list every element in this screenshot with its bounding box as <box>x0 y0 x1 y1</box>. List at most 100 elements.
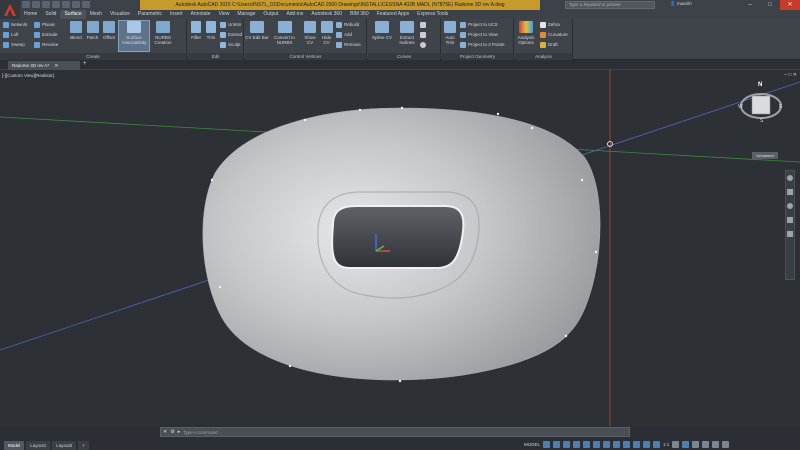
tab-home[interactable]: Home <box>20 10 41 19</box>
undo-icon[interactable] <box>72 1 80 8</box>
redo-icon[interactable] <box>82 1 90 8</box>
tab-model[interactable]: Model <box>4 441 25 450</box>
new-icon[interactable] <box>22 1 30 8</box>
spline-cv-button[interactable]: Spline CV <box>370 21 394 40</box>
zebra-button[interactable]: Zebra <box>540 20 560 29</box>
viewcube-west[interactable]: W <box>738 104 743 110</box>
viewcube-north[interactable]: N <box>758 82 762 88</box>
customize-command-icon[interactable]: ⚙ <box>170 429 174 435</box>
tab-mesh[interactable]: Mesh <box>86 10 106 19</box>
analysis-options-button[interactable]: Analysis Options <box>516 21 536 45</box>
patch-button[interactable]: Patch <box>85 21 100 40</box>
annotation-visibility-icon[interactable] <box>653 441 661 448</box>
tab-manage[interactable]: Manage <box>233 10 259 19</box>
offset-button[interactable]: Offset <box>101 21 117 40</box>
project-to-view-button[interactable]: Project to View <box>460 30 498 39</box>
tab-visualize[interactable]: Visualize <box>106 10 134 19</box>
annotation-scale[interactable]: 1:1 <box>663 442 669 447</box>
tab-insert[interactable]: Insert <box>166 10 187 19</box>
loft-button[interactable]: Loft <box>3 30 19 39</box>
tab-parametric[interactable]: Parametric <box>134 10 166 19</box>
trim-button[interactable]: Trim <box>206 21 216 40</box>
circle-curve-button[interactable] <box>420 40 426 49</box>
network-button[interactable]: Network <box>3 20 28 29</box>
remove-button[interactable]: Remove <box>336 40 361 49</box>
open-icon[interactable] <box>32 1 40 8</box>
tab-bim-360[interactable]: BIM 360 <box>346 10 373 19</box>
object-snap-icon[interactable] <box>603 441 611 448</box>
nurbs-creation-button[interactable]: NURBS Creation <box>151 21 175 45</box>
help-search-input[interactable]: Type a keyword or phrase <box>565 1 655 9</box>
snap-icon[interactable] <box>553 441 561 448</box>
arc-curve-button[interactable] <box>420 30 426 39</box>
document-tab[interactable]: Radome 3D rev A* ✕ <box>8 61 80 70</box>
grid-icon[interactable] <box>543 441 551 448</box>
3d-object-snap-icon[interactable] <box>613 441 621 448</box>
object-snap-tracking-icon[interactable] <box>593 441 601 448</box>
polar-icon[interactable] <box>573 441 581 448</box>
customization-menu-icon[interactable] <box>722 441 730 448</box>
new-tab-button[interactable]: + <box>83 61 87 67</box>
orbit-icon[interactable] <box>787 217 793 223</box>
add-layout-button[interactable]: + <box>78 441 89 450</box>
command-history-icon[interactable]: ▸ <box>178 429 181 435</box>
viewport-window-controls[interactable]: – □ ✕ <box>784 72 797 78</box>
project-to-ucs-button[interactable]: Project to UCS <box>460 20 498 29</box>
tab-autodesk-360[interactable]: Autodesk 360 <box>307 10 346 19</box>
steering-wheel-icon[interactable] <box>787 175 793 181</box>
isodraft-icon[interactable] <box>583 441 591 448</box>
pan-icon[interactable] <box>787 189 793 195</box>
auto-trim-button[interactable]: Auto Trim <box>443 21 457 45</box>
hide-cv-button[interactable]: Hide CV <box>320 21 333 45</box>
model-canvas[interactable] <box>0 70 800 426</box>
extrude-button[interactable]: Extrude <box>34 30 58 39</box>
extract-isolines-button[interactable]: Extract Isolines <box>397 21 417 45</box>
viewcube[interactable]: N S W E <box>738 80 784 126</box>
project-to-2-points-button[interactable]: Project to 2 Points <box>460 40 505 49</box>
user-account[interactable]: 👤 maarith <box>670 1 692 7</box>
line-curve-button[interactable] <box>420 20 426 29</box>
minimize-button[interactable]: – <box>740 0 760 10</box>
close-button[interactable]: ✕ <box>780 0 800 10</box>
radome-window[interactable] <box>331 205 465 269</box>
isolate-objects-icon[interactable] <box>692 441 700 448</box>
command-input[interactable]: Type a command <box>183 430 217 435</box>
sweep-button[interactable]: Sweep <box>3 40 25 49</box>
fillet-button[interactable]: Fillet <box>190 21 202 40</box>
showmotion-icon[interactable] <box>787 231 793 237</box>
blend-button[interactable]: Blend <box>68 21 84 40</box>
dynamic-ucs-icon[interactable] <box>623 441 631 448</box>
maximize-button[interactable]: □ <box>760 0 780 10</box>
ucs-menu[interactable]: Unnamed <box>752 152 778 159</box>
revolve-button[interactable]: Revolve <box>34 40 58 49</box>
curvature-button[interactable]: Curvature <box>540 30 568 39</box>
draft-button[interactable]: Draft <box>540 40 558 49</box>
selection-filter-icon[interactable] <box>633 441 641 448</box>
untrim-button[interactable]: Untrim <box>220 20 241 29</box>
annotation-monitor-icon[interactable] <box>682 441 690 448</box>
viewport-label[interactable]: [-][Custom View][Realistic] <box>2 73 54 78</box>
add-button[interactable]: Add <box>336 30 352 39</box>
application-menu-button[interactable] <box>0 0 20 20</box>
planar-button[interactable]: Planar <box>34 20 55 29</box>
tab-solid[interactable]: Solid <box>41 10 60 19</box>
tab-express-tools[interactable]: Express Tools <box>413 10 452 19</box>
gizmo-icon[interactable] <box>643 441 651 448</box>
save-as-icon[interactable] <box>52 1 60 8</box>
tab-annotate[interactable]: Annotate <box>187 10 215 19</box>
surface-associativity-button[interactable]: Surface Associativity <box>118 20 150 52</box>
show-cv-button[interactable]: Show CV <box>303 21 317 45</box>
tab-layout2[interactable]: Layout2 <box>52 441 77 450</box>
sculpt-button[interactable]: Sculpt <box>220 40 241 49</box>
convert-to-nurbs-button[interactable]: Convert to NURBS <box>272 21 297 45</box>
print-icon[interactable] <box>62 1 70 8</box>
model-space-toggle[interactable]: MODEL <box>524 442 540 447</box>
tab-add-ins[interactable]: Add-ins <box>282 10 307 19</box>
tab-view[interactable]: View <box>215 10 234 19</box>
close-tab-icon[interactable]: ✕ <box>55 63 59 68</box>
viewcube-south[interactable]: S <box>760 118 763 124</box>
ortho-icon[interactable] <box>563 441 571 448</box>
hardware-acceleration-icon[interactable] <box>702 441 710 448</box>
clean-screen-icon[interactable] <box>712 441 720 448</box>
workspace-gear-icon[interactable] <box>672 441 680 448</box>
